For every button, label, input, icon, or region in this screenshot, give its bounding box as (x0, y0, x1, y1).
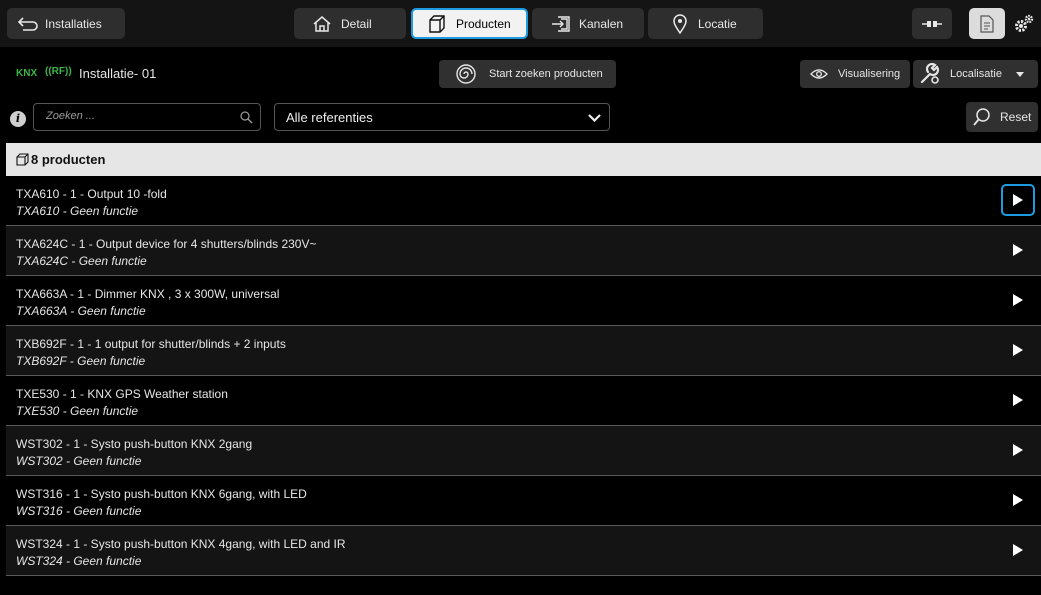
product-subtitle: TXE530 - Geen functie (16, 404, 139, 418)
visualisation-button[interactable]: Visualisering (800, 60, 910, 88)
location-pin-icon (673, 13, 687, 34)
installations-back-label: Installaties (45, 16, 102, 31)
play-arrow-icon (1013, 244, 1023, 256)
play-arrow-icon (1013, 294, 1023, 306)
product-subtitle: WST302 - Geen functie (16, 454, 142, 468)
open-product-button[interactable] (1001, 184, 1035, 216)
top-navigation-bar: Installaties Detail Producten Kanalen Lo… (0, 0, 1041, 47)
play-arrow-icon (1013, 194, 1023, 206)
document-button[interactable] (969, 8, 1005, 39)
open-product-button[interactable] (1001, 384, 1035, 416)
start-search-products-button[interactable]: Start zoeken producten (439, 60, 616, 88)
gears-icon (1015, 14, 1034, 32)
tab-detail-label: Detail (341, 16, 372, 31)
open-product-button[interactable] (1001, 234, 1035, 266)
list-item[interactable]: WST316 - 1 - Systo push-button KNX 6gang… (6, 476, 1041, 526)
list-item[interactable]: TXA663A - 1 - Dimmer KNX , 3 x 300W, uni… (6, 276, 1041, 326)
tab-detail[interactable]: Detail (294, 8, 406, 39)
chevron-down-icon (588, 114, 601, 122)
wrench-icon (920, 63, 940, 84)
eye-icon (810, 69, 828, 79)
product-title: TXB692F - 1 - 1 output for shutter/blind… (16, 337, 286, 351)
product-title: TXE530 - 1 - KNX GPS Weather station (16, 387, 228, 401)
list-item[interactable]: WST302 - 1 - Systo push-button KNX 2gang… (6, 426, 1041, 476)
localisation-dropdown-button[interactable]: Localisatie (913, 60, 1038, 88)
open-product-button[interactable] (1001, 334, 1035, 366)
box-icon (16, 153, 29, 166)
tab-locatie-label: Locatie (698, 16, 737, 31)
product-title: WST302 - 1 - Systo push-button KNX 2gang (16, 437, 253, 451)
installations-back-button[interactable]: Installaties (7, 8, 125, 39)
tab-kanalen[interactable]: Kanalen (532, 8, 644, 39)
open-product-button[interactable] (1001, 284, 1035, 316)
list-item[interactable]: TXE530 - 1 - KNX GPS Weather station TXE… (6, 376, 1041, 426)
list-item[interactable]: TXB692F - 1 - 1 output for shutter/blind… (6, 326, 1041, 376)
installation-row: KNX ((RF)) Installatie- 01 Start zoeken … (0, 47, 1041, 99)
caret-down-icon (1015, 71, 1024, 77)
filter-row: i Alle referenties Reset (0, 99, 1041, 143)
list-item[interactable]: WST324 - 1 - Systo push-button KNX 4gang… (6, 526, 1041, 576)
product-title: WST316 - 1 - Systo push-button KNX 6gang… (16, 487, 307, 501)
product-subtitle: TXA610 - Geen functie (16, 204, 139, 218)
product-subtitle: WST324 - Geen functie (16, 554, 142, 568)
info-icon[interactable]: i (10, 111, 26, 127)
settings-button[interactable] (1010, 8, 1038, 39)
product-subtitle: TXB692F - Geen functie (16, 354, 146, 368)
tab-producten[interactable]: Producten (411, 8, 528, 39)
product-title: TXA610 - 1 - Output 10 -fold (16, 187, 167, 201)
tab-kanalen-label: Kanalen (579, 16, 624, 31)
localisation-label: Localisatie (950, 68, 1002, 80)
search-box (33, 103, 261, 131)
knx-logo: KNX (16, 68, 38, 79)
connection-plug-icon (922, 20, 942, 27)
open-product-button[interactable] (1001, 434, 1035, 466)
play-arrow-icon (1013, 544, 1023, 556)
product-subtitle: TXA663A - Geen functie (16, 304, 146, 318)
reset-button[interactable]: Reset (966, 102, 1038, 132)
reference-select[interactable]: Alle referenties (274, 103, 610, 131)
play-arrow-icon (1013, 394, 1023, 406)
rf-badge: ((RF)) (45, 66, 72, 77)
product-subtitle: WST316 - Geen functie (16, 504, 142, 518)
products-count: 8 producten (31, 152, 106, 167)
tab-locatie[interactable]: Locatie (648, 8, 763, 39)
document-icon (980, 14, 994, 33)
product-title: WST324 - 1 - Systo push-button KNX 4gang… (16, 537, 346, 551)
visualisation-label: Visualisering (838, 68, 901, 80)
products-list: TXA610 - 1 - Output 10 -fold TXA610 - Ge… (6, 176, 1041, 576)
products-list-header: 8 producten (6, 143, 1041, 176)
installation-name: Installatie- 01 (79, 66, 157, 81)
reset-label: Reset (1000, 110, 1032, 124)
product-title: TXA624C - 1 - Output device for 4 shutte… (16, 237, 317, 251)
list-item[interactable]: TXA610 - 1 - Output 10 -fold TXA610 - Ge… (6, 176, 1041, 226)
play-arrow-icon (1013, 494, 1023, 506)
magnifier-icon (973, 108, 990, 126)
channels-icon (552, 15, 570, 32)
open-product-button[interactable] (1001, 484, 1035, 516)
search-input[interactable] (46, 110, 226, 122)
open-product-button[interactable] (1001, 534, 1035, 566)
spiral-search-icon (456, 64, 476, 84)
connection-button[interactable] (912, 8, 952, 39)
product-title: TXA663A - 1 - Dimmer KNX , 3 x 300W, uni… (16, 287, 280, 301)
product-subtitle: TXA624C - Geen functie (16, 254, 147, 268)
reference-select-value: Alle referenties (286, 110, 373, 125)
tab-producten-label: Producten (456, 16, 511, 31)
back-arrow-icon (17, 16, 38, 31)
search-icon[interactable] (240, 111, 253, 124)
play-arrow-icon (1013, 444, 1023, 456)
start-search-products-label: Start zoeken producten (489, 68, 603, 80)
list-item[interactable]: TXA624C - 1 - Output device for 4 shutte… (6, 226, 1041, 276)
house-icon (313, 15, 331, 32)
play-arrow-icon (1013, 344, 1023, 356)
box-icon (429, 14, 445, 33)
